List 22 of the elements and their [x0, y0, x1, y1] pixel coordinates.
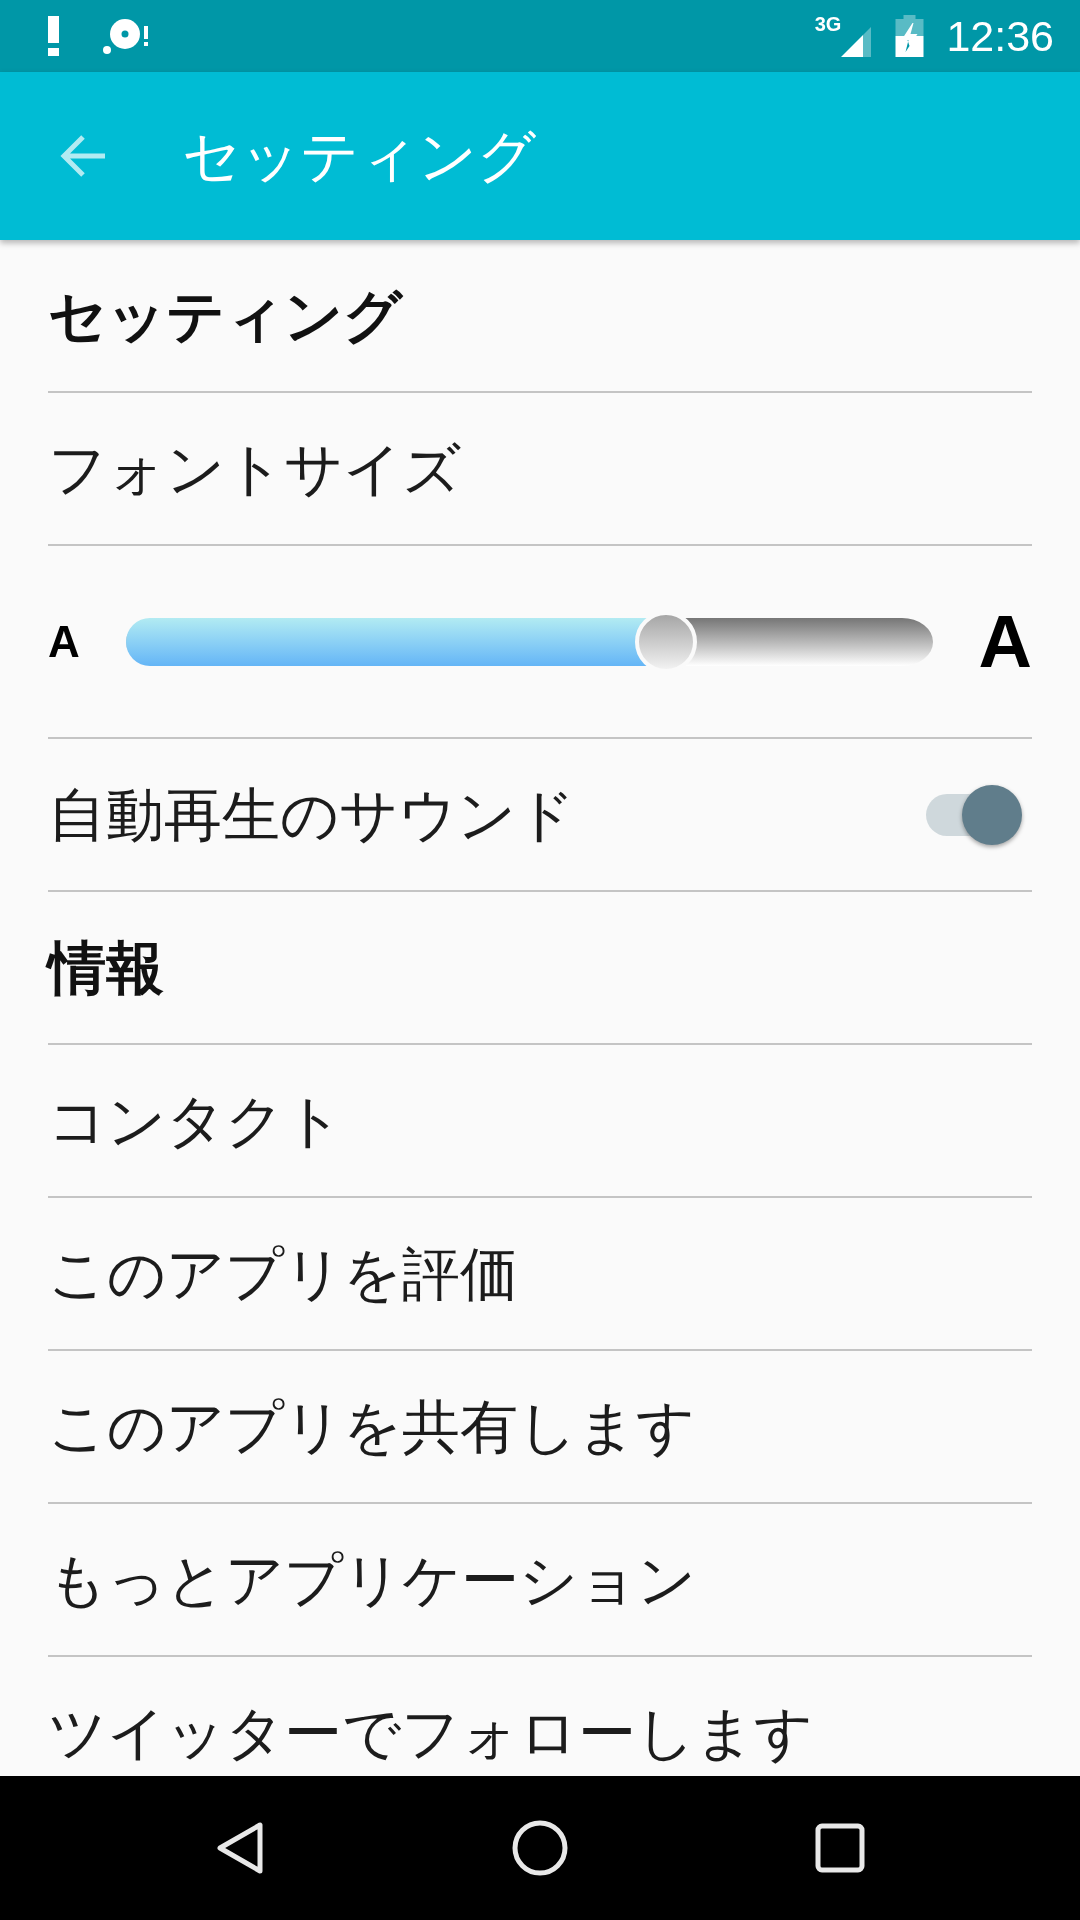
battery-charging-icon — [895, 15, 925, 57]
section-header: セッティング — [48, 286, 402, 345]
menu-item[interactable]: ツイッターでフォローします — [48, 1657, 1032, 1776]
clock-time: 12:36 — [946, 14, 1054, 58]
nav-home-button[interactable] — [511, 1819, 569, 1877]
large-size-label: A — [978, 604, 1032, 679]
menu-item[interactable]: このアプリを評価 — [48, 1198, 1032, 1349]
toggle-switch[interactable] — [926, 783, 1022, 846]
menu-item[interactable]: もっとアプリケーション — [48, 1504, 1032, 1655]
back-triangle-icon — [216, 1821, 264, 1875]
disc-alert-icon — [103, 18, 148, 54]
nav-recents-button[interactable] — [814, 1822, 866, 1874]
menu-item[interactable]: このアプリを共有します — [48, 1351, 1032, 1502]
menu-item[interactable]: コンタクト — [48, 1045, 1032, 1196]
home-circle-icon — [512, 1820, 568, 1876]
app-bar-title: セッティング — [182, 127, 536, 185]
recents-square-icon — [815, 1823, 865, 1873]
network-type: 3G — [814, 14, 842, 34]
setting-label: 自動再生のサウンド — [48, 785, 575, 844]
small-size-label: A — [48, 619, 80, 664]
exclamation-icon — [48, 16, 59, 56]
setting-label: フォントサイズ — [48, 439, 461, 498]
